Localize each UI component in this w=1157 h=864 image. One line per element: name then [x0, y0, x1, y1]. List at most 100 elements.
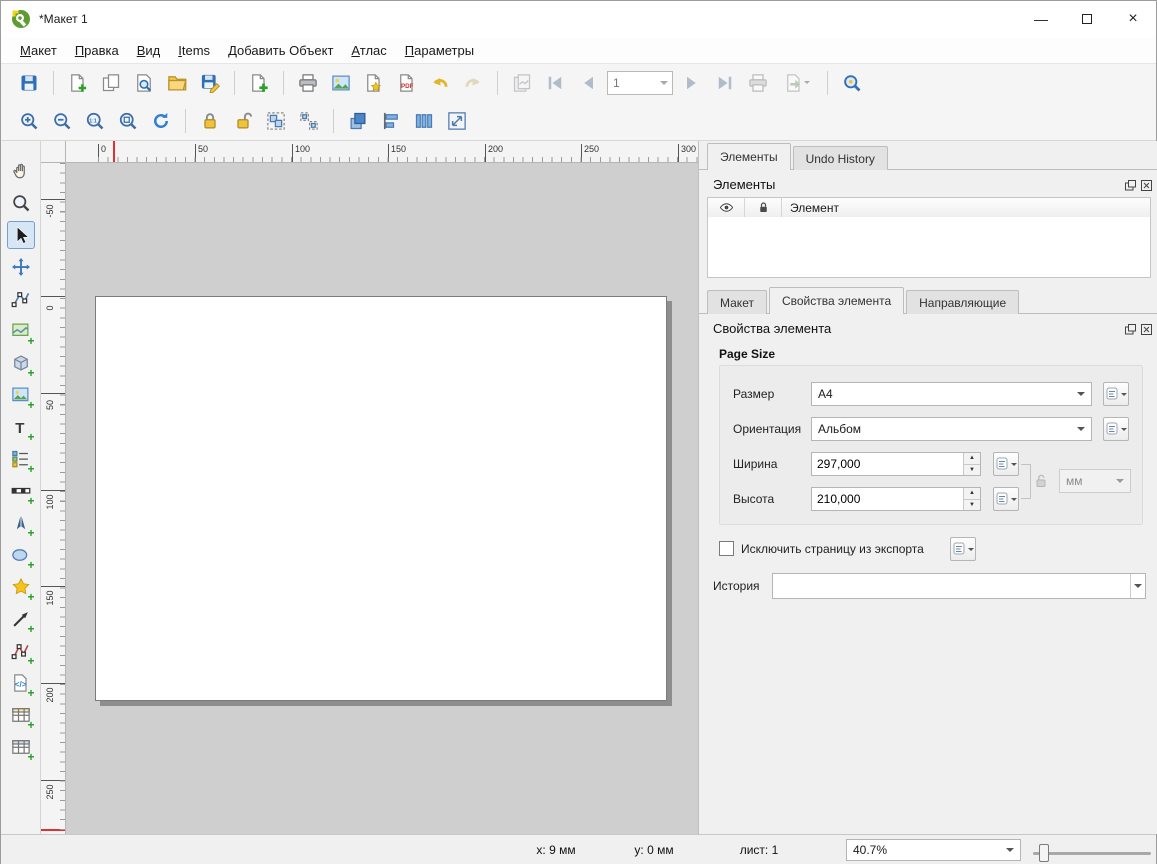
atlas-page-combo[interactable] — [607, 71, 673, 95]
exclude-data-defined-button[interactable] — [950, 537, 976, 561]
undo-button[interactable] — [426, 69, 454, 97]
chevron-down-icon — [1077, 427, 1085, 435]
width-data-defined-button[interactable] — [993, 452, 1019, 476]
save-project-button[interactable] — [15, 69, 43, 97]
distribute-items-button[interactable] — [410, 107, 438, 135]
close-panel-button[interactable] — [1140, 179, 1153, 192]
height-label: Высота — [733, 492, 774, 506]
history-combo[interactable] — [772, 573, 1146, 599]
float-panel-button[interactable] — [1124, 179, 1137, 192]
add-attribute-table-button[interactable]: + — [7, 701, 35, 729]
data-defined-icon — [953, 542, 967, 556]
width-input[interactable] — [812, 453, 963, 475]
zoom-in-button[interactable] — [15, 107, 43, 135]
menu-edit[interactable]: Правка — [66, 39, 128, 62]
duplicate-layout-button[interactable] — [97, 69, 125, 97]
history-dropdown-button[interactable] — [1130, 574, 1145, 598]
add-picture-button[interactable]: + — [7, 381, 35, 409]
zoom-slider-track[interactable] — [1033, 852, 1151, 855]
add-fixed-table-button[interactable]: + — [7, 733, 35, 761]
save-as-template-button[interactable] — [196, 69, 224, 97]
add-items-from-template-button[interactable] — [163, 69, 191, 97]
items-list[interactable] — [707, 217, 1151, 278]
history-input[interactable] — [773, 579, 1130, 593]
unlock-all-button[interactable] — [229, 107, 257, 135]
menu-layout[interactable]: Макет — [11, 39, 66, 62]
pan-tool-button[interactable] — [7, 157, 35, 185]
menu-settings[interactable]: Параметры — [396, 39, 483, 62]
menu-items[interactable]: Items — [169, 39, 219, 62]
size-combo[interactable]: A4 — [811, 382, 1092, 406]
add-html-button[interactable]: </>+ — [7, 669, 35, 697]
add-north-arrow-button[interactable]: + — [7, 509, 35, 537]
raise-items-button[interactable] — [344, 107, 372, 135]
height-spinbox[interactable]: ▲▼ — [811, 487, 981, 511]
link-lock-icon[interactable] — [1033, 473, 1049, 489]
step-up-icon[interactable]: ▲ — [964, 488, 980, 499]
align-items-button[interactable] — [377, 107, 405, 135]
tab-guides[interactable]: Направляющие — [906, 290, 1019, 314]
new-layout-button[interactable] — [64, 69, 92, 97]
select-move-tool-button[interactable] — [7, 221, 35, 249]
zoom-slider-handle[interactable] — [1039, 844, 1049, 862]
layout-canvas[interactable] — [66, 163, 698, 834]
close-panel-button[interactable] — [1140, 323, 1153, 336]
add-arrow-button[interactable]: + — [7, 605, 35, 633]
add-map-button[interactable]: + — [7, 317, 35, 345]
zoom-tool-button[interactable] — [7, 189, 35, 217]
menu-atlas[interactable]: Атлас — [342, 39, 395, 62]
add-legend-button[interactable]: + — [7, 445, 35, 473]
tab-undo-history[interactable]: Undo History — [793, 146, 888, 170]
export-image-button[interactable] — [327, 69, 355, 97]
height-data-defined-button[interactable] — [993, 487, 1019, 511]
width-spinbox[interactable]: ▲▼ — [811, 452, 981, 476]
step-down-icon[interactable]: ▼ — [964, 499, 980, 511]
orientation-data-defined-button[interactable] — [1103, 417, 1129, 441]
menu-bar: Макет Правка Вид Items Добавить Объект А… — [1, 37, 1156, 63]
refresh-button[interactable] — [147, 107, 175, 135]
add-3d-map-button[interactable]: + — [7, 349, 35, 377]
export-svg-button[interactable] — [360, 69, 388, 97]
move-content-icon — [11, 257, 31, 277]
resize-items-button[interactable] — [443, 107, 471, 135]
add-shape-button[interactable]: + — [7, 541, 35, 569]
layout-manager-button[interactable] — [130, 69, 158, 97]
edit-nodes-tool-button[interactable] — [7, 285, 35, 313]
ruler-label: 250 — [581, 144, 599, 163]
export-pdf-button[interactable]: PDF — [393, 69, 421, 97]
group-items-button[interactable] — [262, 107, 290, 135]
maximize-button[interactable] — [1064, 1, 1110, 37]
float-panel-button[interactable] — [1124, 323, 1137, 336]
add-node-item-button[interactable]: + — [7, 637, 35, 665]
orientation-label: Ориентация — [733, 422, 801, 436]
atlas-page-input[interactable] — [608, 76, 660, 90]
lock-items-button[interactable] — [196, 107, 224, 135]
zoom-level-combo[interactable]: 40.7% — [846, 839, 1021, 861]
height-input[interactable] — [812, 488, 963, 510]
zoom-out-button[interactable] — [48, 107, 76, 135]
add-label-button[interactable]: T+ — [7, 413, 35, 441]
save-icon — [19, 73, 39, 93]
tab-layout[interactable]: Макет — [707, 290, 767, 314]
print-button[interactable] — [294, 69, 322, 97]
zoom-full-button[interactable] — [114, 107, 142, 135]
add-marker-button[interactable]: + — [7, 573, 35, 601]
step-down-icon[interactable]: ▼ — [964, 464, 980, 476]
step-up-icon[interactable]: ▲ — [964, 453, 980, 464]
minimize-button[interactable]: — — [1018, 1, 1064, 37]
zoom-actual-button[interactable]: 1:1 — [81, 107, 109, 135]
menu-view[interactable]: Вид — [128, 39, 170, 62]
move-content-tool-button[interactable] — [7, 253, 35, 281]
add-scalebar-button[interactable]: + — [7, 477, 35, 505]
orientation-combo[interactable]: Альбом — [811, 417, 1092, 441]
size-data-defined-button[interactable] — [1103, 382, 1129, 406]
atlas-settings-button[interactable] — [838, 69, 866, 97]
ungroup-items-button[interactable] — [295, 107, 323, 135]
close-button[interactable]: × — [1110, 1, 1156, 37]
menu-add-item[interactable]: Добавить Объект — [219, 39, 342, 62]
exclude-page-checkbox[interactable] — [719, 541, 734, 556]
layout-page[interactable] — [95, 296, 667, 701]
add-pages-button[interactable] — [245, 69, 273, 97]
tab-items[interactable]: Элементы — [707, 143, 791, 170]
tab-item-properties[interactable]: Свойства элемента — [769, 287, 904, 314]
